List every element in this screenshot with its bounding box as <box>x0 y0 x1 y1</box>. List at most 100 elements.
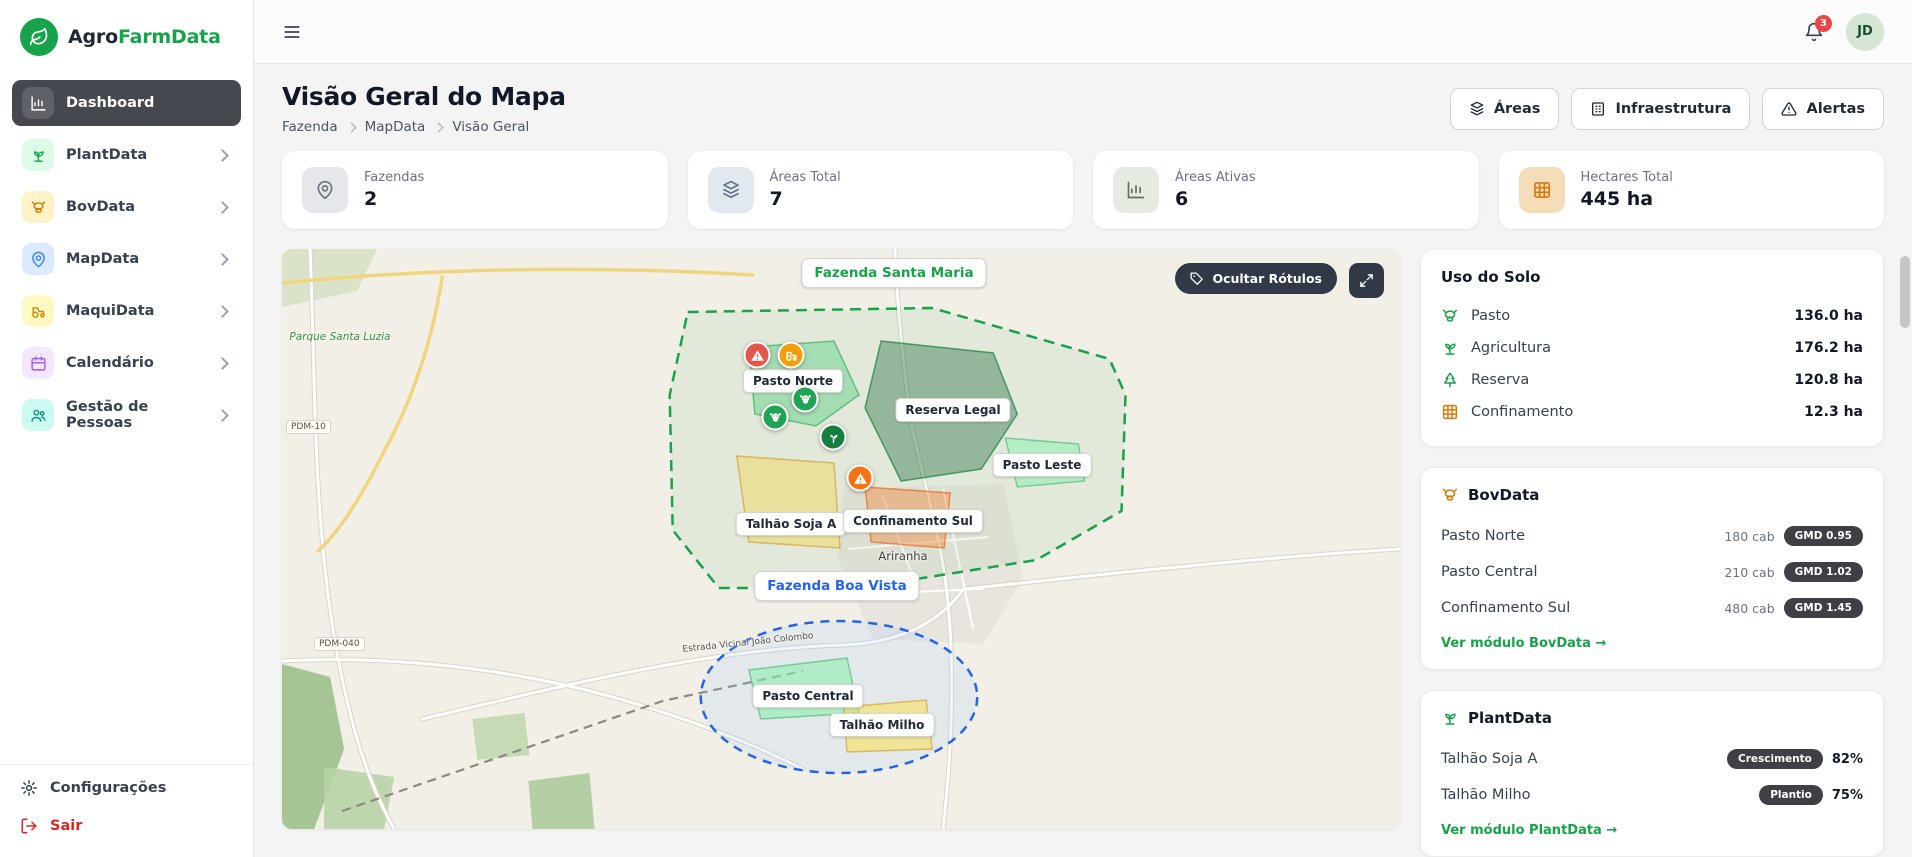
cow-icon <box>22 191 54 223</box>
tag-icon <box>1190 272 1204 285</box>
stat-card-fazendas: Fazendas 2 <box>282 151 668 229</box>
map-label-confinamento-sul[interactable]: Confinamento Sul <box>843 509 983 533</box>
hamburger-menu-icon[interactable] <box>282 22 302 42</box>
bov-row-label: Pasto Central <box>1441 564 1538 580</box>
plant-row-percent: 82% <box>1831 751 1863 767</box>
chevron-right-icon <box>216 304 229 318</box>
sprout-icon <box>829 434 838 443</box>
sidebar-item-maquidata[interactable]: MaquiData <box>12 288 241 334</box>
page-scrollbar[interactable] <box>1900 64 1910 857</box>
infraestrutura-button[interactable]: Infraestrutura <box>1571 87 1751 130</box>
stat-value: 445 ha <box>1580 188 1654 210</box>
sidebar-item-bovdata[interactable]: BovData <box>12 184 241 230</box>
brand-name: AgroFarmData <box>68 26 221 48</box>
logout-button[interactable]: Sair <box>20 817 233 835</box>
layers-icon <box>707 167 754 213</box>
map-pin-icon <box>302 167 348 213</box>
calendar-icon <box>22 347 54 379</box>
users-icon <box>22 399 54 431</box>
chart-icon <box>1113 167 1159 213</box>
map[interactable]: Fazenda Santa Maria Fazenda Boa Vista Pa… <box>282 249 1400 829</box>
grid-icon <box>1518 167 1565 213</box>
sidebar-item-calendario[interactable]: Calendário <box>12 340 241 386</box>
stat-card-hectares: Hectares Total 445 ha <box>1498 151 1884 229</box>
map-town-label: Ariranha <box>878 549 928 563</box>
map-label-reserva-legal[interactable]: Reserva Legal <box>895 398 1011 422</box>
soil-row-reserva: Reserva 120.8 ha <box>1441 364 1863 396</box>
sidebar-item-label: PlantData <box>66 147 148 163</box>
map-vegetation <box>324 767 395 829</box>
logout-label: Sair <box>50 818 83 834</box>
cow-icon <box>1441 307 1460 325</box>
map-label-talhao-milho[interactable]: Talhão Milho <box>829 713 935 737</box>
alertas-button[interactable]: Alertas <box>1762 87 1884 130</box>
toggle-labels-button[interactable]: Ocultar Rótulos <box>1175 263 1337 294</box>
bov-row-label: Confinamento Sul <box>1441 600 1571 616</box>
sidebar-item-gestao-pessoas[interactable]: Gestão de Pessoas <box>12 392 241 438</box>
stat-value: 6 <box>1175 188 1189 210</box>
breadcrumb-item[interactable]: Visão Geral <box>452 119 529 135</box>
chevron-right-icon <box>433 122 444 132</box>
grid-icon <box>1441 403 1460 421</box>
map-label-talhao-soja-a[interactable]: Talhão Soja A <box>735 512 847 536</box>
areas-button-label: Áreas <box>1493 100 1541 117</box>
map-park-label: Parque Santa Luzia <box>289 331 391 343</box>
stat-value: 2 <box>364 188 378 210</box>
alert-triangle-icon <box>750 349 764 361</box>
soil-label: Agricultura <box>1471 340 1552 356</box>
sidebar-item-mapdata[interactable]: MapData <box>12 236 241 282</box>
panel-title-text: BovData <box>1468 486 1540 504</box>
sidebar-item-dashboard[interactable]: Dashboard <box>12 80 241 126</box>
avatar[interactable]: JD <box>1846 12 1884 51</box>
map-label-pasto-leste[interactable]: Pasto Leste <box>992 453 1092 477</box>
building-icon <box>1592 101 1605 116</box>
plant-row-label: Talhão Milho <box>1441 787 1531 803</box>
map-marker-plant[interactable] <box>819 423 847 451</box>
map-marker-alert[interactable] <box>743 341 771 369</box>
bov-row: Pasto Norte 180 cab GMD 0.95 <box>1441 518 1863 554</box>
map-marker-alert[interactable] <box>846 464 874 492</box>
side-panels: Uso do Solo Pasto 136.0 ha Agricultura 1… <box>1420 249 1884 857</box>
settings-button[interactable]: Configurações <box>20 779 233 797</box>
stage-badge: Plantio <box>1759 785 1823 805</box>
bov-row-count: 210 cab <box>1724 564 1775 580</box>
plant-row-percent: 75% <box>1831 787 1863 803</box>
map-pin-icon <box>22 243 54 275</box>
bovdata-module-link[interactable]: Ver módulo BovData → <box>1441 636 1606 651</box>
map-marker-cow[interactable] <box>761 403 789 431</box>
head-actions: Áreas Infraestrutura Alertas <box>1449 87 1884 130</box>
map-label-fazenda-santa-maria[interactable]: Fazenda Santa Maria <box>801 258 987 288</box>
cow-icon <box>1441 486 1459 504</box>
dashboard-chart-icon <box>22 87 54 119</box>
bov-row-count: 480 cab <box>1724 600 1775 616</box>
soil-label: Reserva <box>1471 372 1530 388</box>
map-marker-cow[interactable] <box>791 385 819 413</box>
plant-row-label: Talhão Soja A <box>1441 751 1538 767</box>
breadcrumb-item[interactable]: Fazenda <box>282 119 338 135</box>
main-area: 3 JD Visão Geral do Mapa Fazenda MapData… <box>254 0 1912 857</box>
sidebar-item-label: MaquiData <box>66 303 155 319</box>
sidebar-item-plantdata[interactable]: PlantData <box>12 132 241 178</box>
stat-label: Fazendas <box>364 170 425 185</box>
panel-title: Uso do Solo <box>1441 268 1541 286</box>
bov-row: Confinamento Sul 480 cab GMD 1.45 <box>1441 590 1863 626</box>
sidebar-footer: Configurações Sair <box>0 764 253 857</box>
map-marker-maquina[interactable] <box>777 341 805 369</box>
map-label-pasto-norte[interactable]: Pasto Norte <box>743 369 843 393</box>
areas-button[interactable]: Áreas <box>1449 87 1560 130</box>
panel-plantdata: PlantData Talhão Soja A Crescimento 82% … <box>1420 690 1884 857</box>
plant-row: Talhão Milho Plantio 75% <box>1441 777 1863 813</box>
soil-value: 176.2 ha <box>1794 340 1863 356</box>
panel-title-text: PlantData <box>1468 709 1552 727</box>
sidebar-nav: Dashboard PlantData BovData MapData Maqu… <box>0 72 253 764</box>
plantdata-module-link[interactable]: Ver módulo PlantData → <box>1441 823 1617 838</box>
page-scrollbar-thumb[interactable] <box>1900 256 1910 328</box>
logout-icon <box>20 817 38 835</box>
stat-card-areas-ativas: Áreas Ativas 6 <box>1093 151 1479 229</box>
notifications-button[interactable]: 3 <box>1804 14 1832 42</box>
map-label-fazenda-boa-vista[interactable]: Fazenda Boa Vista <box>754 571 920 601</box>
stage-badge: Crescimento <box>1727 749 1823 769</box>
breadcrumb-item[interactable]: MapData <box>365 119 426 135</box>
map-fullscreen-button[interactable] <box>1349 263 1384 298</box>
map-label-pasto-central[interactable]: Pasto Central <box>752 684 864 708</box>
